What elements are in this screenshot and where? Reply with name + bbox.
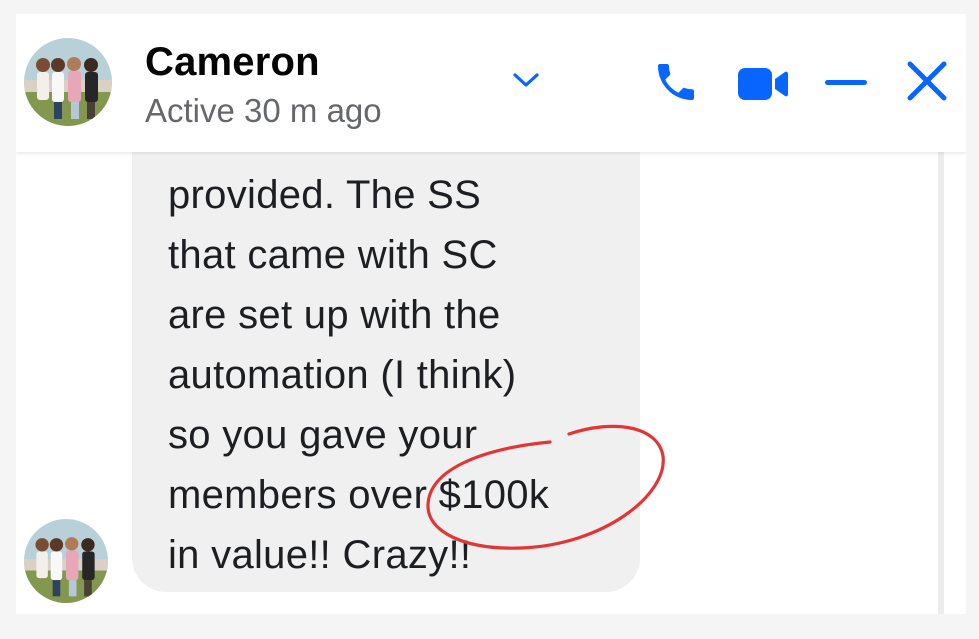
- red-circle-annotation: [426, 424, 665, 550]
- contact-name[interactable]: Cameron: [145, 40, 320, 85]
- chevron-down-icon[interactable]: [511, 70, 541, 90]
- active-status: Active 30 m ago: [145, 92, 382, 129]
- contact-avatar[interactable]: [24, 38, 112, 126]
- sender-avatar[interactable]: [24, 519, 108, 603]
- phone-icon[interactable]: [652, 58, 700, 106]
- video-camera-icon[interactable]: [736, 62, 790, 106]
- message-list[interactable]: provided. The SS that came with SC are s…: [16, 92, 938, 614]
- message-scrollbar[interactable]: [938, 152, 944, 614]
- chat-header: Cameron Active 30 m ago: [16, 14, 966, 152]
- close-icon[interactable]: [904, 58, 950, 104]
- minimize-icon[interactable]: [822, 62, 870, 102]
- chat-screenshot: Cameron Active 30 m ago provided. The SS…: [0, 0, 979, 639]
- messenger-chat-window: Cameron Active 30 m ago provided. The SS…: [16, 14, 966, 614]
